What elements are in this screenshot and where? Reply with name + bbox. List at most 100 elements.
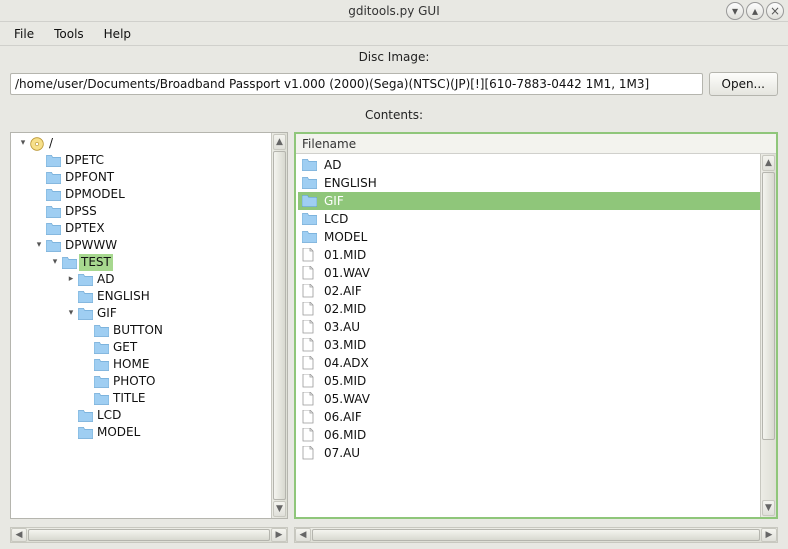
tree-item[interactable]: DPFONT — [13, 169, 271, 186]
close-icon: × — [770, 4, 780, 18]
folder-icon — [45, 205, 61, 219]
tree-item-label: BUTTON — [111, 322, 165, 339]
tree-item[interactable]: DPSS — [13, 203, 271, 220]
menu-help[interactable]: Help — [96, 24, 139, 44]
close-button[interactable]: × — [766, 2, 784, 20]
list-item[interactable]: 06.MID — [298, 426, 760, 444]
menu-bar: FileToolsHelp — [0, 22, 788, 46]
scroll-left-icon[interactable]: ◀ — [295, 528, 311, 542]
tree-vertical-scrollbar[interactable]: ▲ ▼ — [271, 133, 287, 518]
tree-item-label: DPTEX — [63, 220, 107, 237]
folder-icon — [93, 392, 109, 406]
expander-icon[interactable]: ▸ — [65, 271, 77, 288]
list-item-label: 07.AU — [324, 446, 360, 460]
disc-image-path[interactable]: /home/user/Documents/Broadband Passport … — [10, 73, 703, 95]
expander-icon[interactable]: ▾ — [65, 305, 77, 322]
list-item-label: 05.MID — [324, 374, 366, 388]
list-item[interactable]: 05.MID — [298, 372, 760, 390]
folder-icon — [93, 358, 109, 372]
list-item[interactable]: MODEL — [298, 228, 760, 246]
scroll-up-icon[interactable]: ▲ — [762, 155, 775, 171]
folder-icon — [302, 157, 320, 173]
list-item-label: GIF — [324, 194, 344, 208]
list-item[interactable]: 03.AU — [298, 318, 760, 336]
list-item-label: LCD — [324, 212, 348, 226]
folder-icon — [93, 341, 109, 355]
maximize-button[interactable]: ▴ — [746, 2, 764, 20]
folder-icon — [302, 175, 320, 191]
scroll-down-icon[interactable]: ▼ — [273, 501, 286, 517]
tree-item[interactable]: TITLE — [13, 390, 271, 407]
tree-horizontal-scrollbar[interactable]: ◀ ▶ — [10, 527, 288, 543]
tree-item-label: ENGLISH — [95, 288, 152, 305]
folder-icon — [93, 324, 109, 338]
folder-icon — [45, 239, 61, 253]
list-item[interactable]: LCD — [298, 210, 760, 228]
expander-icon[interactable]: ▾ — [33, 237, 45, 254]
scroll-left-icon[interactable]: ◀ — [11, 528, 27, 542]
tree-item[interactable]: LCD — [13, 407, 271, 424]
list-item[interactable]: 02.AIF — [298, 282, 760, 300]
folder-icon — [61, 256, 77, 270]
tree-item[interactable]: BUTTON — [13, 322, 271, 339]
menu-tools[interactable]: Tools — [46, 24, 92, 44]
tree-item[interactable]: HOME — [13, 356, 271, 373]
file-icon — [302, 301, 320, 317]
tree-item[interactable]: DPTEX — [13, 220, 271, 237]
scroll-down-icon[interactable]: ▼ — [762, 500, 775, 516]
folder-icon — [302, 229, 320, 245]
tree-item-label: HOME — [111, 356, 151, 373]
expander-icon[interactable]: ▾ — [49, 254, 61, 271]
filename-column-header[interactable]: Filename — [296, 134, 776, 154]
scroll-right-icon[interactable]: ▶ — [761, 528, 777, 542]
list-item[interactable]: 06.AIF — [298, 408, 760, 426]
list-item-label: ENGLISH — [324, 176, 377, 190]
tree-item[interactable]: MODEL — [13, 424, 271, 441]
tree-item[interactable]: ▸AD — [13, 271, 271, 288]
tree-item[interactable]: ENGLISH — [13, 288, 271, 305]
tree-item-label: GIF — [95, 305, 119, 322]
tree-item[interactable]: DPETC — [13, 152, 271, 169]
list-item[interactable]: 05.WAV — [298, 390, 760, 408]
tree-item[interactable]: DPMODEL — [13, 186, 271, 203]
tree-item[interactable]: ▾TEST — [13, 254, 271, 271]
list-item-label: 03.MID — [324, 338, 366, 352]
list-item[interactable]: ENGLISH — [298, 174, 760, 192]
list-horizontal-scrollbar[interactable]: ◀ ▶ — [294, 527, 778, 543]
tree-item[interactable]: ▾ GIF — [13, 305, 271, 322]
tree-item[interactable]: ▾DPWWW — [13, 237, 271, 254]
list-item-label: 06.MID — [324, 428, 366, 442]
window-title: gditools.py GUI — [348, 4, 440, 18]
scroll-up-icon[interactable]: ▲ — [273, 134, 286, 150]
open-button[interactable]: Open... — [709, 72, 779, 96]
scroll-right-icon[interactable]: ▶ — [271, 528, 287, 542]
title-bar: gditools.py GUI ▾ ▴ × — [0, 0, 788, 22]
file-list[interactable]: AD ENGLISH GIF LCD MODEL 01.MID 01.WAV 02.AIF02… — [296, 154, 760, 517]
list-item[interactable]: 03.MID — [298, 336, 760, 354]
list-item[interactable]: 01.WAV — [298, 264, 760, 282]
folder-icon — [93, 375, 109, 389]
file-icon — [302, 391, 320, 407]
list-item[interactable]: 04.ADX — [298, 354, 760, 372]
file-icon — [302, 265, 320, 281]
list-item-label: 01.WAV — [324, 266, 370, 280]
list-item[interactable]: 02.MID — [298, 300, 760, 318]
file-icon — [302, 427, 320, 443]
folder-tree[interactable]: ▾/DPETCDPFONTDPMODELDPSSDPTEX▾DPWWW▾TEST… — [11, 133, 271, 518]
folder-icon — [45, 222, 61, 236]
file-icon — [302, 247, 320, 263]
file-icon — [302, 283, 320, 299]
tree-item[interactable]: PHOTO — [13, 373, 271, 390]
list-item[interactable]: AD — [298, 156, 760, 174]
expander-icon[interactable]: ▾ — [17, 135, 29, 152]
minimize-button[interactable]: ▾ — [726, 2, 744, 20]
list-vertical-scrollbar[interactable]: ▲ ▼ — [760, 154, 776, 517]
list-item[interactable]: 01.MID — [298, 246, 760, 264]
list-item[interactable]: GIF — [298, 192, 760, 210]
tree-item[interactable]: GET — [13, 339, 271, 356]
list-item-label: 05.WAV — [324, 392, 370, 406]
list-item[interactable]: 07.AU — [298, 444, 760, 462]
tree-item[interactable]: ▾/ — [13, 135, 271, 152]
menu-file[interactable]: File — [6, 24, 42, 44]
list-item-label: 01.MID — [324, 248, 366, 262]
